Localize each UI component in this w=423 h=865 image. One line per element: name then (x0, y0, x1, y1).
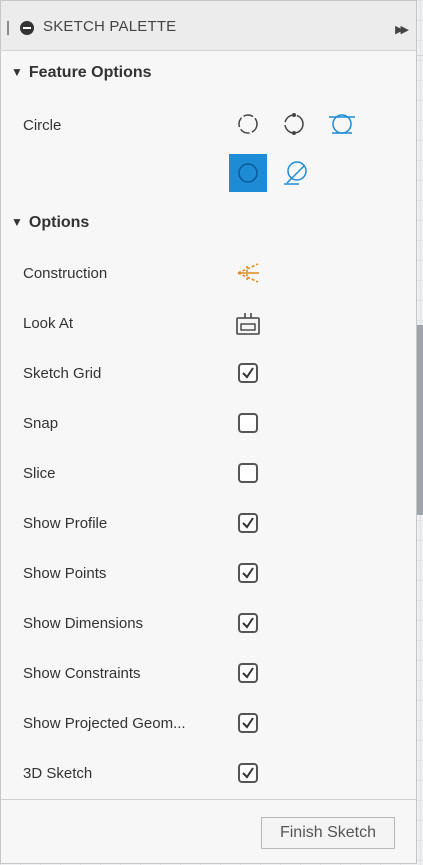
triangle-down-icon: ▼ (11, 215, 23, 229)
checkmark-icon (242, 367, 254, 379)
show-profile-label: Show Profile (23, 515, 108, 532)
footer-divider (1, 799, 416, 800)
checkmark-icon (242, 517, 254, 529)
2-tangent-circle-icon (238, 163, 258, 183)
show-dimensions-checkbox[interactable] (238, 613, 258, 633)
3-tangent-circle-button[interactable] (277, 154, 315, 192)
feature-options-header[interactable]: ▼ Feature Options (11, 64, 152, 82)
center-diameter-circle-button[interactable] (229, 105, 267, 143)
circle-label: Circle (23, 117, 62, 134)
sketch-palette-panel: SKETCH PALETTE ▶▶ ▼ Feature Options Circl… (0, 0, 417, 864)
snap-checkbox[interactable] (238, 413, 258, 433)
canvas-edge (417, 55, 423, 111)
construction-button[interactable] (229, 254, 267, 292)
2-tangent-circle-button[interactable] (229, 154, 267, 192)
feature-options-title: Feature Options (28, 64, 152, 81)
3d-sketch-label: 3D Sketch (23, 765, 93, 782)
finish-sketch-button[interactable]: Finish Sketch (261, 817, 395, 849)
checkmark-icon (242, 567, 254, 579)
three-point-circle-icon (329, 114, 355, 134)
canvas-scroll-strip (417, 325, 423, 515)
show-constraints-checkbox[interactable] (238, 663, 258, 683)
double-arrow-right-icon[interactable]: ▶▶ (395, 23, 409, 36)
show-points-checkbox[interactable] (238, 563, 258, 583)
show-dimensions-label: Show Dimensions (23, 615, 144, 632)
checkmark-icon (242, 617, 254, 629)
checkmark-icon (242, 767, 254, 779)
slice-checkbox[interactable] (238, 463, 258, 483)
show-constraints-label: Show Constraints (23, 665, 141, 682)
center-diameter-circle-icon (238, 114, 258, 134)
show-projected-geometries-checkbox[interactable] (238, 713, 258, 733)
two-point-circle-icon (284, 113, 304, 135)
triangle-down-icon: ▼ (11, 65, 23, 79)
checkmark-icon (242, 667, 254, 679)
snap-label: Snap (23, 415, 59, 432)
show-projected-geometries-label: Show Projected Geom... (23, 715, 186, 732)
construction-label: Construction (23, 265, 108, 282)
show-points-label: Show Points (23, 565, 107, 582)
look-at-label: Look At (23, 315, 74, 332)
3d-sketch-checkbox[interactable] (238, 763, 258, 783)
slice-label: Slice (23, 465, 56, 482)
drag-handle-icon[interactable] (7, 21, 9, 35)
look-at-icon (236, 313, 260, 335)
checkmark-icon (242, 717, 254, 729)
options-title: Options (28, 214, 90, 231)
show-profile-checkbox[interactable] (238, 513, 258, 533)
options-header[interactable]: ▼ Options (11, 214, 89, 232)
3-tangent-circle-icon (284, 161, 307, 185)
three-point-circle-button[interactable] (323, 105, 361, 143)
palette-titlebar[interactable]: SKETCH PALETTE ▶▶ (1, 1, 416, 51)
sketch-grid-checkbox[interactable] (238, 363, 258, 383)
look-at-button[interactable] (229, 304, 267, 342)
two-point-circle-button[interactable] (275, 105, 313, 143)
sketch-grid-label: Sketch Grid (23, 365, 102, 382)
construction-icon (237, 263, 259, 283)
palette-title: SKETCH PALETTE (43, 18, 177, 35)
collapse-circle-icon[interactable] (20, 21, 34, 35)
